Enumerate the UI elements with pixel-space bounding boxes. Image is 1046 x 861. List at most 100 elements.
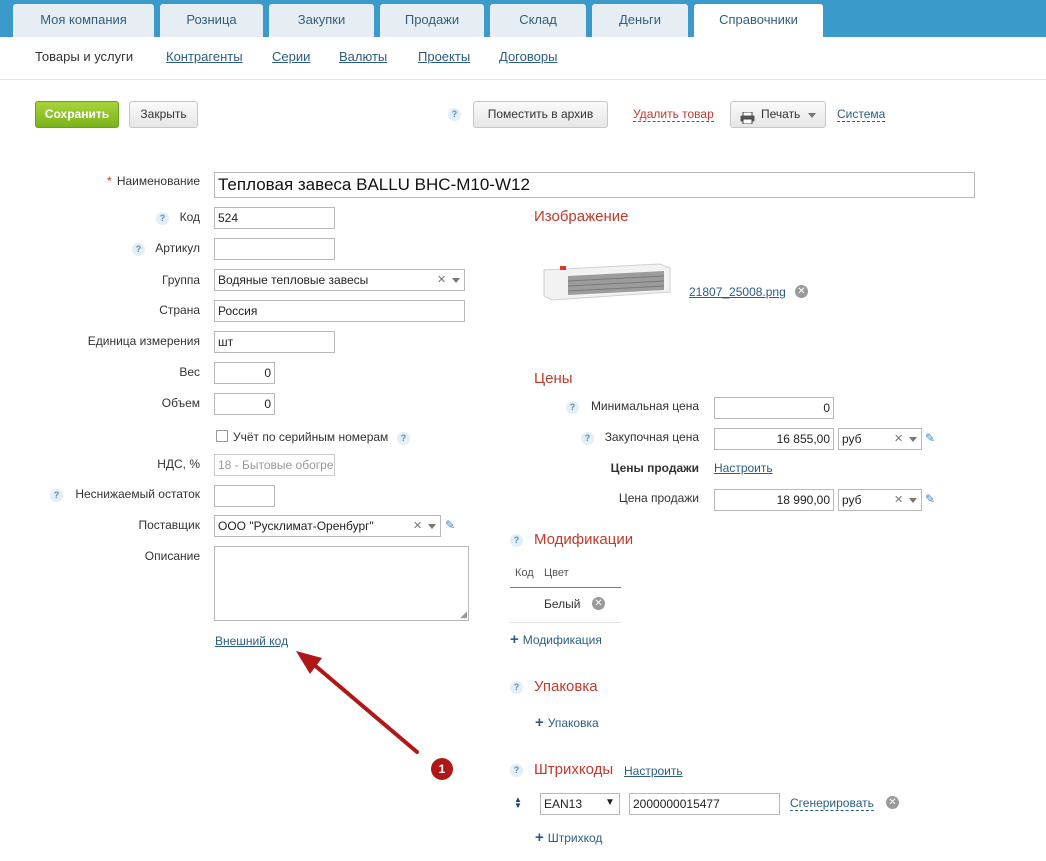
generate-barcode-link[interactable]: Сгенерировать <box>790 796 874 811</box>
tab-purchases[interactable]: Закупки <box>269 4 374 37</box>
barcode-value-input[interactable]: 2000000015477 <box>629 793 780 815</box>
unit-label: Единица измерения <box>87 334 200 348</box>
printer-icon <box>740 108 755 125</box>
sale-prices-configure-link[interactable]: Настроить <box>714 461 773 475</box>
min-price-input[interactable]: 0 <box>714 397 834 419</box>
supplier-edit-pencil-icon[interactable]: ✎ <box>445 518 455 532</box>
volume-input[interactable]: 0 <box>214 393 275 415</box>
description-textarea[interactable]: ◢ <box>214 546 469 621</box>
code-help-icon[interactable]: ? <box>156 212 169 225</box>
serial-checkbox[interactable] <box>216 430 228 442</box>
serial-label: Учёт по серийным номерам <box>233 430 389 444</box>
packaging-help-icon[interactable]: ? <box>510 681 523 694</box>
min-stock-input[interactable] <box>214 485 275 507</box>
external-code-link[interactable]: Внешний код <box>215 634 288 648</box>
name-label: Наименование <box>116 174 200 188</box>
group-chevron-down-icon[interactable] <box>452 278 460 283</box>
prices-title: Цены <box>534 370 573 387</box>
serial-help-icon[interactable]: ? <box>397 432 410 445</box>
vat-input: 18 - Бытовые обогре <box>214 454 335 476</box>
min-stock-label: Неснижаемый остаток <box>75 487 200 501</box>
purchase-currency-chevron-down-icon[interactable] <box>909 437 917 442</box>
supplier-select[interactable]: ООО "Русклимат-Оренбург" <box>214 515 441 537</box>
purchase-label: Закупочная цена <box>604 430 699 444</box>
annotation-badge: 1 <box>431 758 453 780</box>
supplier-chevron-down-icon[interactable] <box>428 524 436 529</box>
vat-label: НДС, % <box>157 457 200 471</box>
weight-label: Вес <box>179 365 200 379</box>
min-price-label: Минимальная цена <box>590 399 699 413</box>
add-barcode-link[interactable]: + Штрихкод <box>535 829 602 846</box>
country-label: Страна <box>159 303 200 317</box>
subnav-counterparties[interactable]: Контрагенты <box>166 49 243 64</box>
article-input[interactable] <box>214 238 335 260</box>
sub-nav: Товары и услуги Контрагенты Серии Валюты… <box>0 37 1046 80</box>
supplier-clear-icon[interactable]: ✕ <box>413 519 422 532</box>
product-thumbnail[interactable] <box>540 260 672 306</box>
mod-row-remove-icon[interactable]: ✕ <box>592 597 605 610</box>
sale-price-input[interactable]: 18 990,00 <box>714 489 834 511</box>
image-filename-link[interactable]: 21807_25008.png <box>689 285 786 299</box>
sale-currency-clear-icon[interactable]: ✕ <box>894 493 903 506</box>
mod-row-divider <box>510 622 621 623</box>
purchase-price-input[interactable]: 16 855,00 <box>714 428 834 450</box>
image-remove-icon[interactable]: ✕ <box>795 285 808 298</box>
close-button[interactable]: Закрыть <box>129 101 198 128</box>
barcodes-configure-link[interactable]: Настроить <box>624 764 683 778</box>
save-button[interactable]: Сохранить <box>35 101 119 128</box>
tab-money[interactable]: Деньги <box>592 4 688 37</box>
country-input[interactable]: Россия <box>214 300 465 322</box>
sale-edit-pencil-icon[interactable]: ✎ <box>925 492 935 506</box>
modifications-title: Модификации <box>534 531 634 548</box>
sale-currency-chevron-down-icon[interactable] <box>909 498 917 503</box>
tab-sales[interactable]: Продажи <box>380 4 484 37</box>
delete-item-link[interactable]: Удалить товар <box>633 107 714 122</box>
subnav-projects[interactable]: Проекты <box>418 49 470 64</box>
subnav-currencies[interactable]: Валюты <box>339 49 387 64</box>
group-clear-icon[interactable]: ✕ <box>437 273 446 286</box>
mod-header-divider <box>510 587 621 588</box>
print-button[interactable]: Печать <box>730 101 826 128</box>
name-input[interactable]: Тепловая завеса BALLU BHC-M10-W12 <box>214 172 975 198</box>
sale-currency-value: руб <box>842 493 862 507</box>
top-nav-bar: Моя компания Розница Закупки Продажи Скл… <box>0 0 1046 37</box>
barcode-remove-icon[interactable]: ✕ <box>886 796 899 809</box>
tab-warehouse[interactable]: Склад <box>490 4 586 37</box>
sale-price-label: Цена продажи <box>618 491 699 505</box>
supplier-label: Поставщик <box>138 518 200 532</box>
purchase-currency-clear-icon[interactable]: ✕ <box>894 432 903 445</box>
barcode-type-chevron-down-icon[interactable]: ▼ <box>605 797 615 808</box>
archive-button[interactable]: Поместить в архив <box>473 101 608 128</box>
supplier-value: ООО "Русклимат-Оренбург" <box>218 519 374 533</box>
add-packaging-link[interactable]: + Упаковка <box>535 714 599 731</box>
barcodes-help-icon[interactable]: ? <box>510 764 523 777</box>
unit-input[interactable]: шт <box>214 331 335 353</box>
min-price-help-icon[interactable]: ? <box>566 401 579 414</box>
subnav-goods[interactable]: Товары и услуги <box>35 49 133 64</box>
tab-my-company[interactable]: Моя компания <box>13 4 154 37</box>
group-value: Водяные тепловые завесы <box>218 273 369 287</box>
tab-directories[interactable]: Справочники <box>694 4 823 37</box>
print-label: Печать <box>761 107 801 121</box>
description-label: Описание <box>144 549 200 563</box>
weight-input[interactable]: 0 <box>214 362 275 384</box>
purchase-edit-pencil-icon[interactable]: ✎ <box>925 431 935 445</box>
modifications-help-icon[interactable]: ? <box>510 534 523 547</box>
purchase-help-icon[interactable]: ? <box>581 432 594 445</box>
barcode-type-value: EAN13 <box>544 797 583 811</box>
annotation-arrow-icon <box>296 651 419 754</box>
packaging-title: Упаковка <box>534 678 598 695</box>
help-icon[interactable]: ? <box>448 108 461 121</box>
sort-arrows-icon[interactable]: ▲ ▼ <box>514 796 522 810</box>
resize-handle-icon[interactable]: ◢ <box>460 609 467 620</box>
tab-retail[interactable]: Розница <box>160 4 263 37</box>
purchase-currency-value: руб <box>842 432 862 446</box>
group-select[interactable]: Водяные тепловые завесы <box>214 269 465 291</box>
mod-col-color: Цвет <box>544 567 569 579</box>
add-modification-link[interactable]: + Модификация <box>510 631 602 648</box>
subnav-contracts[interactable]: Договоры <box>499 49 557 64</box>
subnav-series[interactable]: Серии <box>272 49 310 64</box>
system-link[interactable]: Система <box>837 107 886 122</box>
barcodes-title: Штрихкоды <box>534 761 614 778</box>
code-input[interactable]: 524 <box>214 207 335 229</box>
